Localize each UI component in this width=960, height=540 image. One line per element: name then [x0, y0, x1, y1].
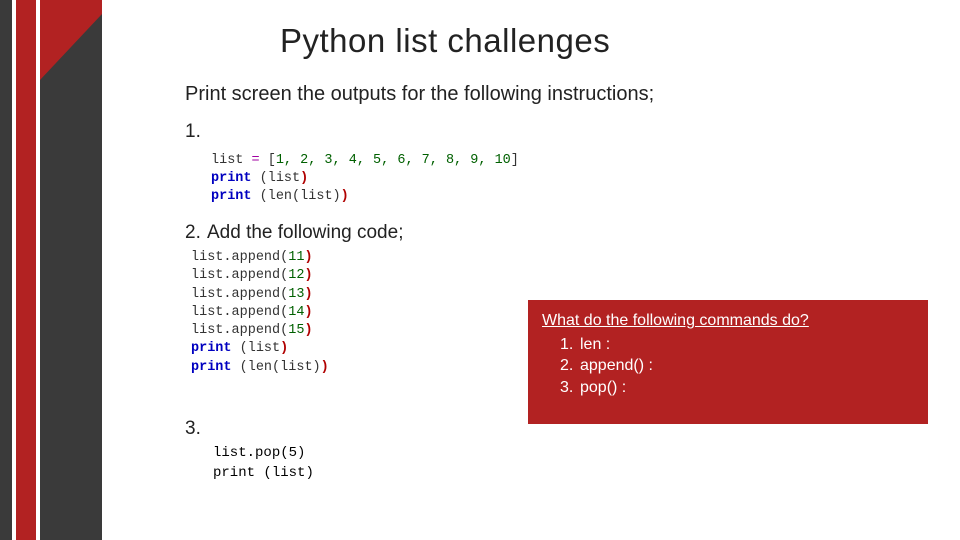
- code-token: ): [304, 250, 312, 265]
- callout-heading: What do the following commands do?: [542, 310, 914, 332]
- callout-list: 1.len : 2.append() : 3.pop() :: [542, 334, 914, 399]
- callout-num: 2.: [560, 355, 580, 377]
- code-token: print: [191, 341, 232, 356]
- item-number: 3.: [185, 418, 207, 441]
- intro-text: Print screen the outputs for the followi…: [185, 82, 925, 107]
- code-token: 11: [288, 250, 304, 265]
- list-item-1: 1.: [185, 121, 925, 144]
- code-token: list: [280, 360, 312, 375]
- code-token: print: [213, 465, 255, 481]
- callout-box: What do the following commands do? 1.len…: [528, 300, 928, 424]
- code-token: (: [252, 189, 268, 204]
- code-token: print: [211, 189, 252, 204]
- stripe-red: [16, 0, 36, 540]
- code-token: list: [211, 153, 252, 168]
- code-token: list: [248, 341, 280, 356]
- code-token: 13: [288, 287, 304, 302]
- code-token: print: [211, 171, 252, 186]
- code-token: (: [232, 341, 248, 356]
- code-token: list.: [213, 445, 255, 461]
- code-token: list.: [191, 323, 232, 338]
- code-token: list.: [191, 250, 232, 265]
- list-item-2: 2.Add the following code;: [185, 222, 925, 245]
- code-token: ): [304, 287, 312, 302]
- callout-text: append() :: [580, 357, 653, 374]
- code-block-3: list.pop(5) print (list): [213, 444, 314, 483]
- code-token: ): [300, 171, 308, 186]
- code-token: ): [304, 305, 312, 320]
- callout-text: len :: [580, 336, 610, 353]
- stripe-dark-wide: [40, 0, 102, 540]
- code-token: list.: [191, 268, 232, 283]
- code-token: =: [252, 153, 260, 168]
- code-token: (: [252, 171, 268, 186]
- code-token: (: [255, 465, 272, 481]
- code-token: append(: [232, 287, 289, 302]
- code-token: (: [292, 189, 300, 204]
- code-token: print: [191, 360, 232, 375]
- code-token: [: [260, 153, 276, 168]
- slide-title: Python list challenges: [280, 22, 610, 60]
- code-token: append(: [232, 268, 289, 283]
- code-token: ): [304, 323, 312, 338]
- code-token: ]: [511, 153, 519, 168]
- callout-text: pop() :: [580, 379, 626, 396]
- callout-num: 3.: [560, 377, 580, 399]
- list-item-3: 3.: [185, 418, 207, 441]
- code-token: 14: [288, 305, 304, 320]
- code-token: (: [272, 360, 280, 375]
- code-token: ): [341, 189, 349, 204]
- callout-item: 1.len :: [560, 334, 914, 356]
- code-token: len: [268, 189, 292, 204]
- callout-num: 1.: [560, 334, 580, 356]
- item-number: 1.: [185, 121, 207, 144]
- code-token: append(: [232, 323, 289, 338]
- code-token: ): [304, 268, 312, 283]
- callout-item: 3.pop() :: [560, 377, 914, 399]
- item-number: 2.: [185, 222, 207, 245]
- callout-item: 2.append() :: [560, 355, 914, 377]
- code-token: ): [280, 341, 288, 356]
- code-token: ): [305, 465, 313, 481]
- item-text: Add the following code;: [207, 222, 403, 243]
- code-token: len: [248, 360, 272, 375]
- stripe-dark-thin: [0, 0, 12, 540]
- code-token: 12: [288, 268, 304, 283]
- slide: Python list challenges Print screen the …: [0, 0, 960, 540]
- code-token: list: [268, 171, 300, 186]
- code-token: list: [272, 465, 306, 481]
- code-token: ): [333, 189, 341, 204]
- code-token: list.: [191, 287, 232, 302]
- code-token: ): [297, 445, 305, 461]
- code-token: append(: [232, 305, 289, 320]
- code-token: ): [313, 360, 321, 375]
- code-token: 1, 2, 3, 4, 5, 6, 7, 8, 9, 10: [276, 153, 511, 168]
- code-block-1: list = [1, 2, 3, 4, 5, 6, 7, 8, 9, 10] p…: [211, 152, 925, 207]
- code-token: list: [300, 189, 332, 204]
- code-token: 15: [288, 323, 304, 338]
- code-token: pop(: [255, 445, 289, 461]
- code-token: 5: [289, 445, 297, 461]
- code-token: ): [321, 360, 329, 375]
- code-token: append(: [232, 250, 289, 265]
- code-token: (: [232, 360, 248, 375]
- code-token: list.: [191, 305, 232, 320]
